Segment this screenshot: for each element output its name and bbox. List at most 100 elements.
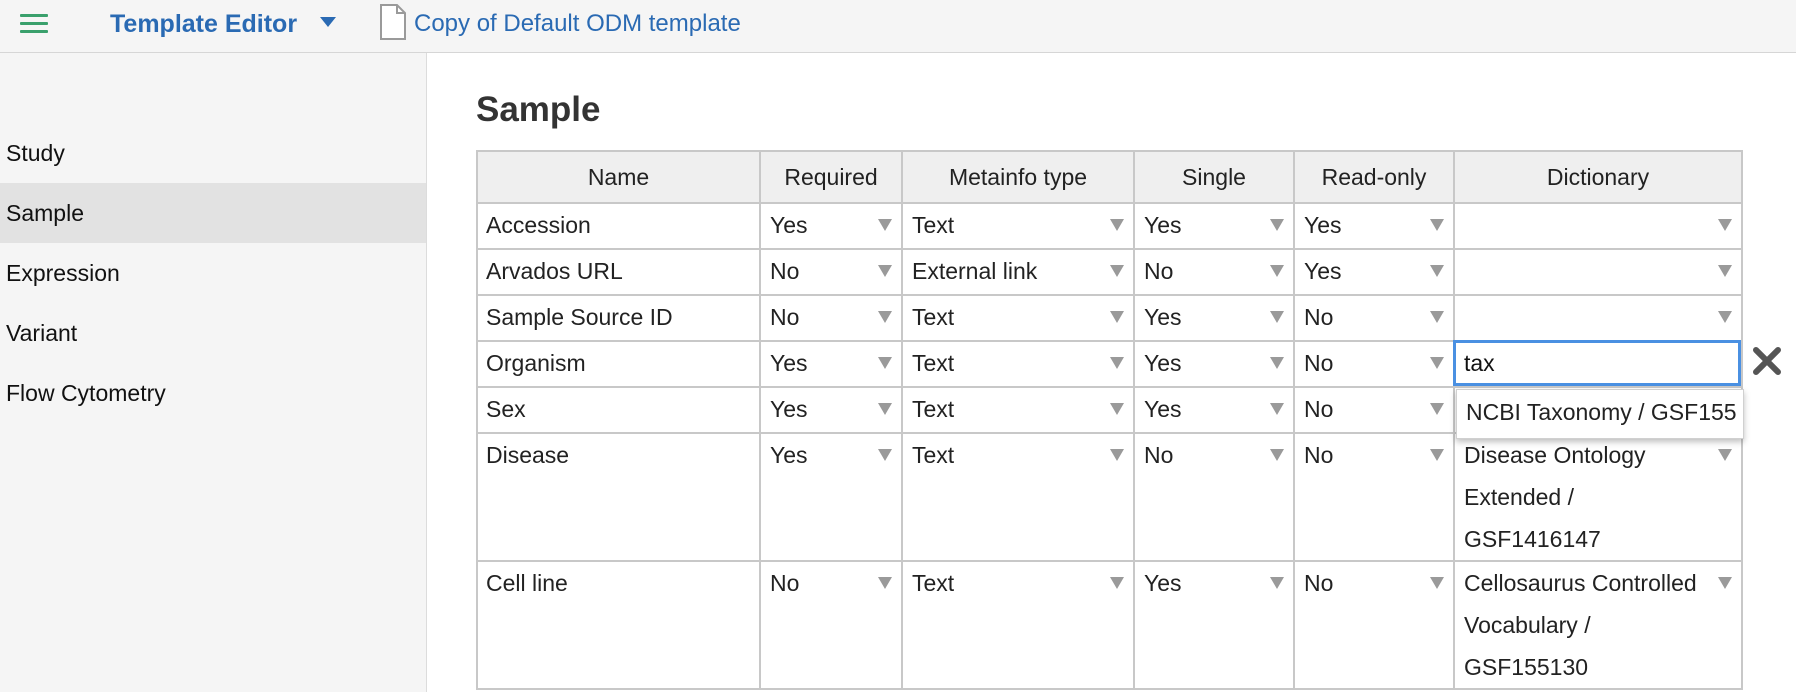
required-select[interactable]: Yes bbox=[759, 386, 903, 434]
table-row: Accession Yes Text Yes Yes bbox=[476, 202, 1743, 250]
required-select[interactable]: Yes bbox=[759, 340, 903, 388]
dropdown-arrow-icon bbox=[1270, 449, 1284, 461]
required-select[interactable]: No bbox=[759, 294, 903, 342]
dictionary-select[interactable] bbox=[1453, 294, 1743, 342]
dropdown-arrow-icon bbox=[1110, 403, 1124, 415]
type-select[interactable]: Text bbox=[901, 386, 1135, 434]
column-header-read-only: Read-only bbox=[1293, 150, 1455, 204]
type-select[interactable]: Text bbox=[901, 340, 1135, 388]
dropdown-arrow-icon bbox=[1430, 357, 1444, 369]
readonly-select[interactable]: No bbox=[1293, 294, 1455, 342]
app-title-dropdown[interactable]: Template Editor bbox=[110, 9, 297, 39]
dropdown-arrow-icon bbox=[1270, 357, 1284, 369]
dictionary-select[interactable]: Disease Ontology Extended / GSF1416147 bbox=[1453, 432, 1743, 562]
required-value: No bbox=[770, 304, 800, 330]
row-name: Disease bbox=[486, 442, 570, 468]
hamburger-menu-icon[interactable] bbox=[20, 14, 48, 36]
readonly-select[interactable]: No bbox=[1293, 340, 1455, 388]
sidebar: Study Sample Expression Variant Flow Cyt… bbox=[0, 53, 427, 692]
template-name-link[interactable]: Copy of Default ODM template bbox=[414, 9, 741, 39]
autocomplete-suggestion[interactable]: NCBI Taxonomy / GSF155 bbox=[1456, 389, 1744, 439]
dictionary-value-line: GSF155130 bbox=[1464, 654, 1589, 680]
dropdown-arrow-icon bbox=[1270, 265, 1284, 277]
type-select[interactable]: Text bbox=[901, 294, 1135, 342]
single-select[interactable]: No bbox=[1133, 248, 1295, 296]
dictionary-value-line: Cellosaurus Controlled bbox=[1464, 570, 1697, 596]
dropdown-arrow-icon bbox=[878, 449, 892, 461]
sidebar-item-variant[interactable]: Variant bbox=[0, 303, 426, 363]
dictionary-value-line: Extended / bbox=[1464, 484, 1574, 510]
dropdown-arrow-icon bbox=[1430, 577, 1444, 589]
chevron-down-icon[interactable] bbox=[319, 16, 337, 28]
sidebar-item-sample[interactable]: Sample bbox=[0, 183, 426, 243]
dictionary-search-input[interactable] bbox=[1453, 340, 1741, 386]
dictionary-value-line: Disease Ontology bbox=[1464, 442, 1646, 468]
required-select[interactable]: No bbox=[759, 560, 903, 690]
dropdown-arrow-icon bbox=[878, 219, 892, 231]
dictionary-select[interactable] bbox=[1453, 248, 1743, 296]
column-header-metainfo-type: Metainfo type bbox=[901, 150, 1135, 204]
row-name: Cell line bbox=[486, 570, 568, 596]
readonly-value: No bbox=[1304, 570, 1334, 596]
readonly-select[interactable]: No bbox=[1293, 560, 1455, 690]
dropdown-arrow-icon bbox=[1430, 311, 1444, 323]
single-value: Yes bbox=[1144, 304, 1182, 330]
required-select[interactable]: Yes bbox=[759, 432, 903, 562]
sidebar-item-flow-cytometry[interactable]: Flow Cytometry bbox=[0, 363, 426, 423]
dropdown-arrow-icon bbox=[1270, 311, 1284, 323]
name-cell: Accession bbox=[476, 202, 761, 250]
dictionary-select[interactable] bbox=[1453, 202, 1743, 250]
dropdown-arrow-icon bbox=[1430, 219, 1444, 231]
table-row: Organism Yes Text Yes No bbox=[476, 340, 1743, 388]
required-value: No bbox=[770, 258, 800, 284]
type-select[interactable]: Text bbox=[901, 432, 1135, 562]
type-value: Text bbox=[912, 304, 955, 330]
readonly-select[interactable]: No bbox=[1293, 432, 1455, 562]
name-cell: Sample Source ID bbox=[476, 294, 761, 342]
required-value: Yes bbox=[770, 442, 808, 468]
single-select[interactable]: Yes bbox=[1133, 560, 1295, 690]
dropdown-arrow-icon bbox=[1110, 357, 1124, 369]
table-row: Disease Yes Text No No Disease Ontology … bbox=[476, 432, 1743, 562]
readonly-value: No bbox=[1304, 350, 1334, 376]
dropdown-arrow-icon bbox=[1430, 265, 1444, 277]
sidebar-item-expression[interactable]: Expression bbox=[0, 243, 426, 303]
name-cell: Arvados URL bbox=[476, 248, 761, 296]
single-value: Yes bbox=[1144, 570, 1182, 596]
row-name: Arvados URL bbox=[486, 258, 623, 284]
type-select[interactable]: External link bbox=[901, 248, 1135, 296]
dropdown-arrow-icon bbox=[1110, 219, 1124, 231]
readonly-value: Yes bbox=[1304, 258, 1342, 284]
single-select[interactable]: Yes bbox=[1133, 386, 1295, 434]
single-select[interactable]: Yes bbox=[1133, 340, 1295, 388]
single-select[interactable]: Yes bbox=[1133, 294, 1295, 342]
readonly-select[interactable]: No bbox=[1293, 386, 1455, 434]
column-header-dictionary: Dictionary bbox=[1453, 150, 1743, 204]
page-title: Sample bbox=[476, 90, 601, 129]
single-select[interactable]: No bbox=[1133, 432, 1295, 562]
required-value: Yes bbox=[770, 396, 808, 422]
type-value: Text bbox=[912, 212, 955, 238]
single-value: Yes bbox=[1144, 212, 1182, 238]
row-name: Sample Source ID bbox=[486, 304, 673, 330]
required-select[interactable]: Yes bbox=[759, 202, 903, 250]
dropdown-arrow-icon bbox=[1110, 577, 1124, 589]
dropdown-arrow-icon bbox=[1110, 449, 1124, 461]
single-select[interactable]: Yes bbox=[1133, 202, 1295, 250]
document-icon bbox=[380, 4, 406, 40]
required-select[interactable]: No bbox=[759, 248, 903, 296]
row-name: Organism bbox=[486, 350, 586, 376]
table-row: Cell line No Text Yes No Cellosaurus Con… bbox=[476, 560, 1743, 690]
required-value: Yes bbox=[770, 212, 808, 238]
readonly-select[interactable]: Yes bbox=[1293, 248, 1455, 296]
type-select[interactable]: Text bbox=[901, 560, 1135, 690]
dropdown-arrow-icon bbox=[878, 265, 892, 277]
sidebar-item-study[interactable]: Study bbox=[0, 123, 426, 183]
table-row: Sample Source ID No Text Yes No bbox=[476, 294, 1743, 342]
dropdown-arrow-icon bbox=[1270, 403, 1284, 415]
dictionary-select[interactable]: Cellosaurus Controlled Vocabulary / GSF1… bbox=[1453, 560, 1743, 690]
close-icon[interactable] bbox=[1752, 346, 1782, 376]
dropdown-arrow-icon bbox=[1270, 577, 1284, 589]
readonly-select[interactable]: Yes bbox=[1293, 202, 1455, 250]
type-select[interactable]: Text bbox=[901, 202, 1135, 250]
